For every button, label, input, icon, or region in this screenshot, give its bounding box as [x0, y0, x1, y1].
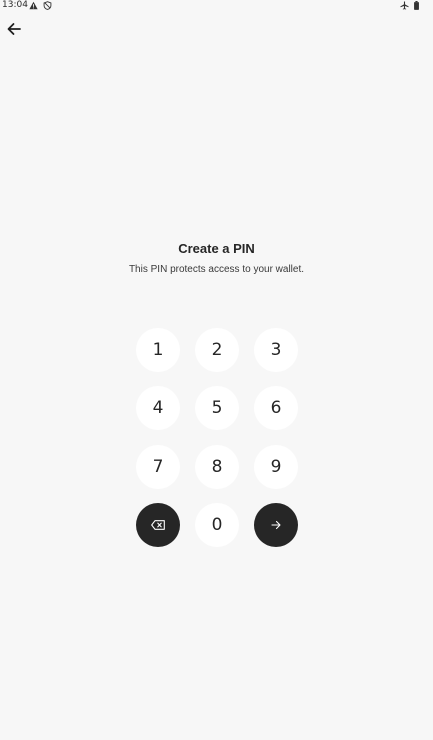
back-button[interactable] — [4, 19, 24, 39]
page-title: Create a PIN — [178, 241, 255, 256]
key-8[interactable]: 8 — [195, 445, 239, 489]
key-3[interactable]: 3 — [254, 328, 298, 372]
arrow-left-icon — [7, 23, 21, 35]
status-bar: 13:04 — [0, 0, 433, 12]
key-6[interactable]: 6 — [254, 386, 298, 430]
page-subtitle: This PIN protects access to your wallet. — [128, 264, 305, 275]
battery-icon — [414, 1, 419, 10]
shield-icon — [43, 1, 52, 10]
arrow-right-icon — [271, 520, 281, 530]
key-2[interactable]: 2 — [195, 328, 239, 372]
key-4[interactable]: 4 — [136, 386, 180, 430]
key-9[interactable]: 9 — [254, 445, 298, 489]
delete-button[interactable] — [136, 503, 180, 547]
backspace-icon — [151, 520, 165, 530]
key-7[interactable]: 7 — [136, 445, 180, 489]
status-time: 13:04 — [2, 0, 28, 10]
airplane-icon — [400, 1, 409, 10]
key-5[interactable]: 5 — [195, 386, 239, 430]
key-0[interactable]: 0 — [195, 503, 239, 547]
key-1[interactable]: 1 — [136, 328, 180, 372]
next-button[interactable] — [254, 503, 298, 547]
warning-icon — [29, 1, 38, 10]
